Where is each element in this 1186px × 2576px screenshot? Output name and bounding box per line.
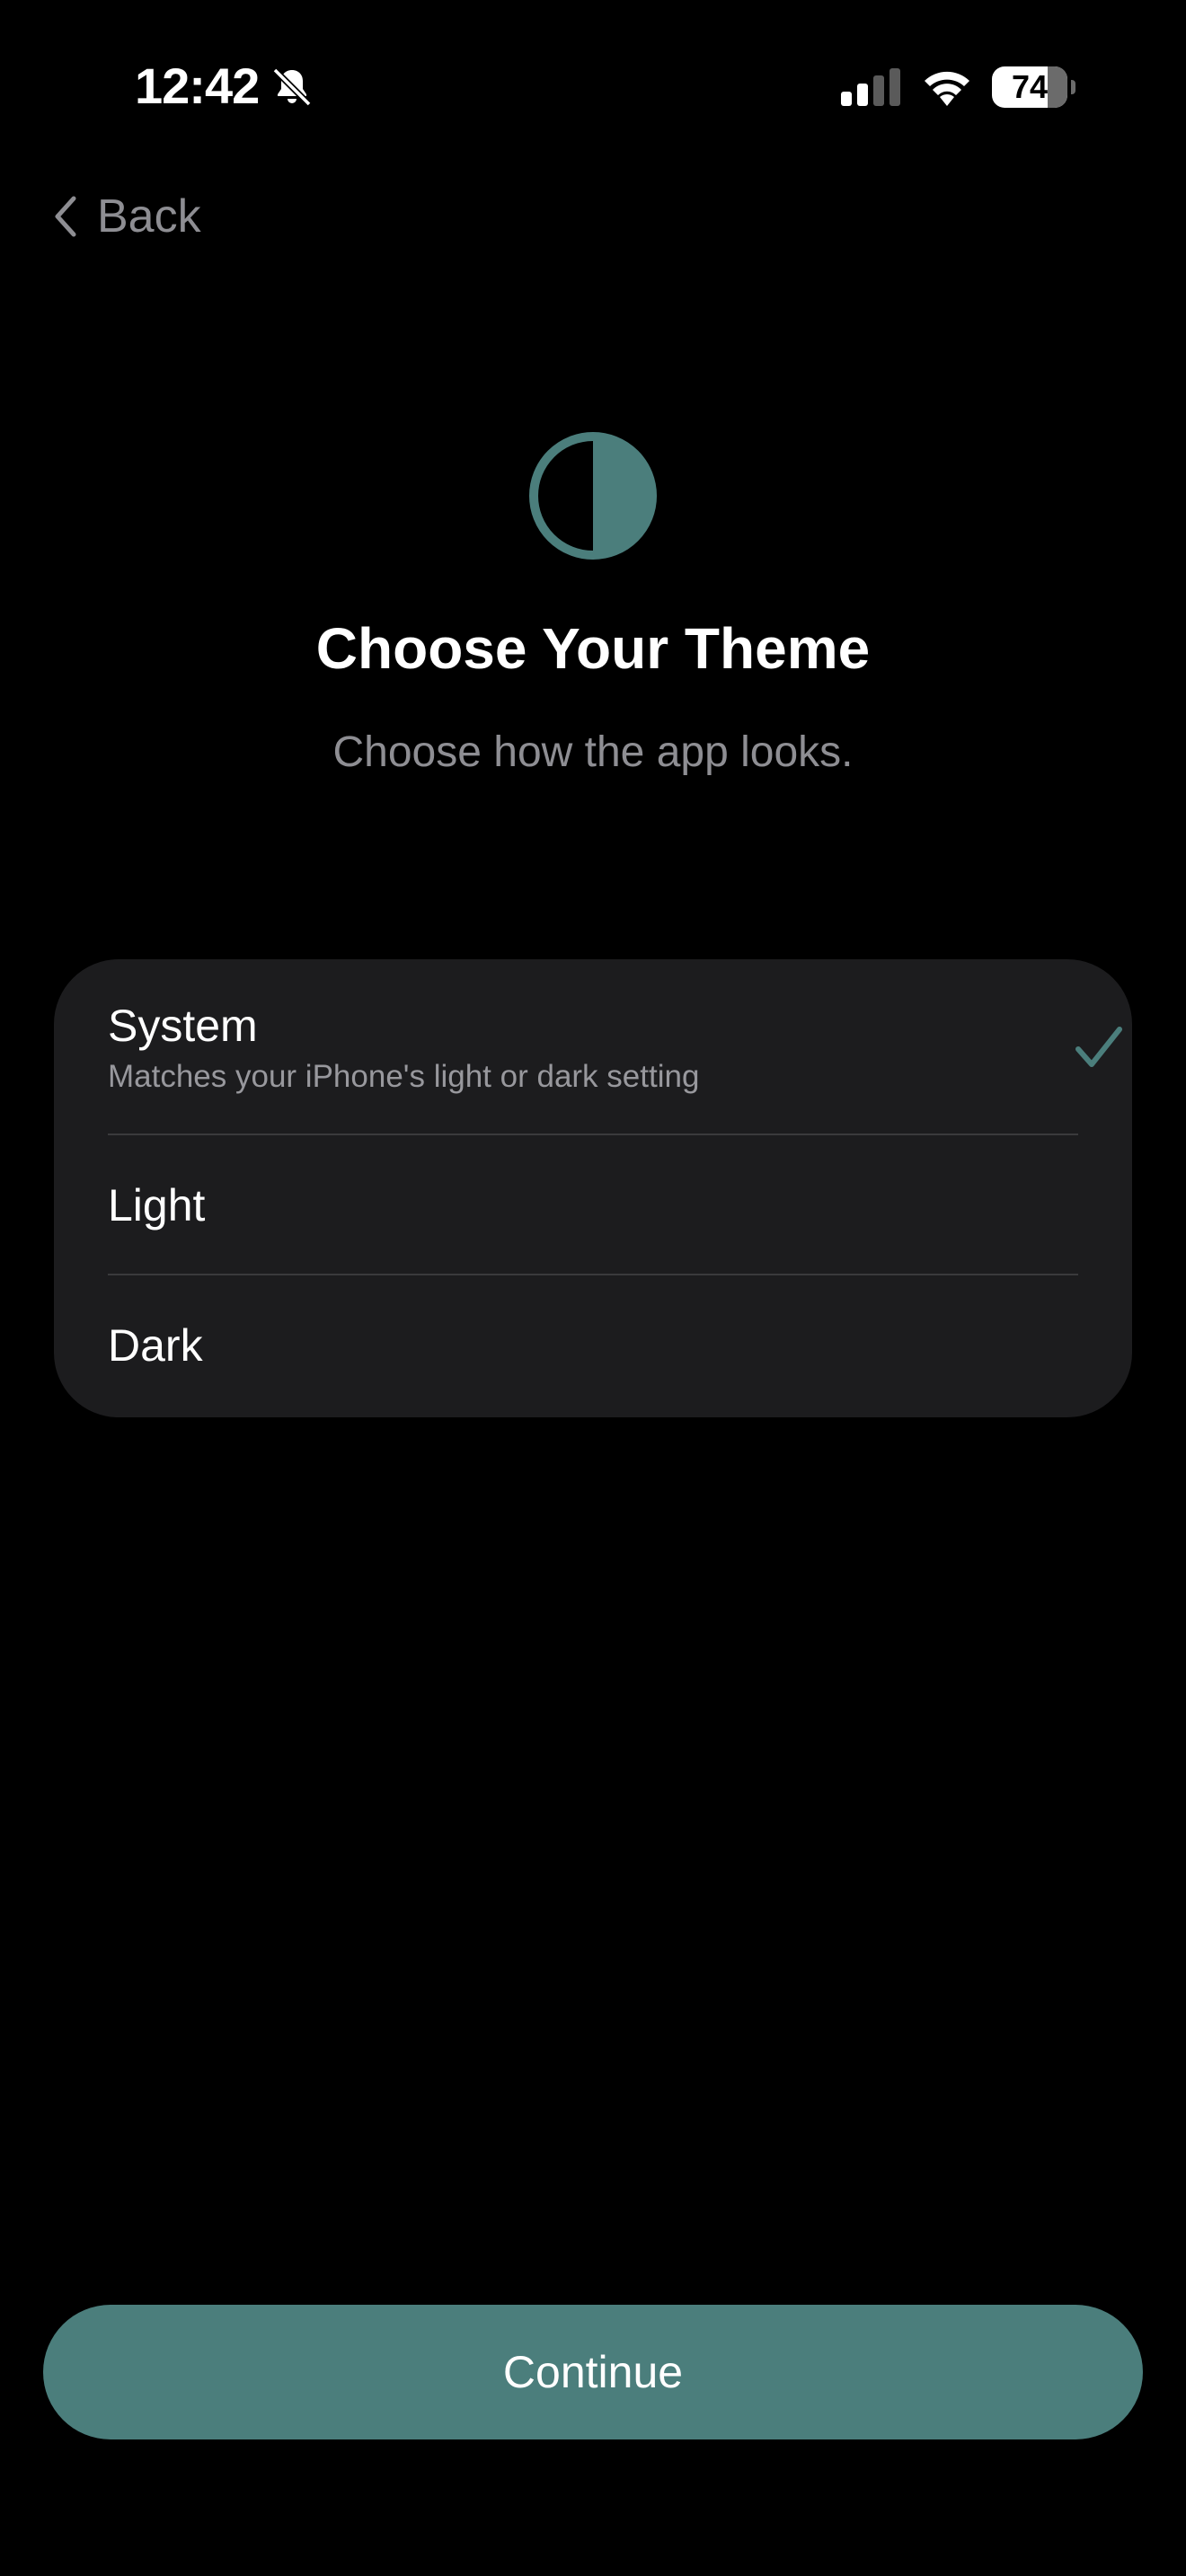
battery-level: 74 <box>1011 68 1049 105</box>
theme-option-system[interactable]: System Matches your iPhone's light or da… <box>54 959 1132 1135</box>
back-label: Back <box>97 190 201 243</box>
chevron-left-icon <box>55 196 76 237</box>
option-description: Matches your iPhone's light or dark sett… <box>108 1059 700 1094</box>
continue-button[interactable]: Continue <box>43 2305 1143 2439</box>
wifi-icon <box>925 71 969 106</box>
page-subtitle: Choose how the app looks. <box>332 728 854 776</box>
bell-slash-icon <box>272 67 312 107</box>
theme-option-light[interactable]: Light <box>54 1135 1132 1275</box>
option-label: Light <box>108 1180 206 1231</box>
theme-option-dark[interactable]: Dark <box>54 1275 1132 1417</box>
back-button[interactable]: Back <box>50 185 201 248</box>
page-title: Choose Your Theme <box>315 616 871 681</box>
checkmark-icon <box>1075 1027 1122 1067</box>
half-circle-theme-icon <box>529 432 657 560</box>
cellular-signal-icon <box>841 68 900 106</box>
option-label: System <box>108 1001 258 1051</box>
battery-icon: 74 <box>992 66 1075 108</box>
status-time: 12:42 <box>135 57 260 114</box>
option-label: Dark <box>108 1320 203 1371</box>
theme-options-list: System Matches your iPhone's light or da… <box>54 959 1132 1417</box>
